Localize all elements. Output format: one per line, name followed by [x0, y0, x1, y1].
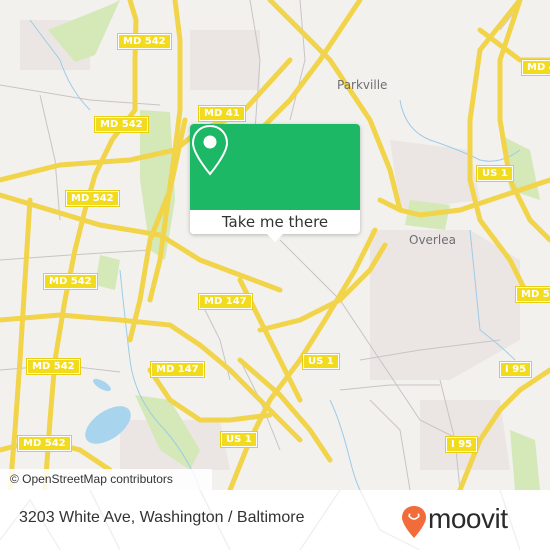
map-attribution[interactable]: © OpenStreetMap contributors [0, 469, 212, 490]
road-shield: US 1 [220, 431, 258, 448]
road-shield: MD 542 [17, 435, 72, 452]
moovit-wordmark: moovit [428, 503, 508, 534]
road-shield: MD 147 [150, 361, 205, 378]
place-label-overlea: Overlea [409, 233, 456, 247]
road-shield: US 1 [476, 165, 514, 182]
moovit-logo[interactable]: moovit [400, 503, 540, 539]
map-pin-icon [191, 124, 229, 176]
popup-pointer [266, 233, 284, 242]
road-shield: MD 542 [94, 116, 149, 133]
road-shield: MD 147 [198, 293, 253, 310]
road-shield: MD 542 [117, 33, 172, 50]
road-shield: MD 41 [198, 105, 246, 122]
take-me-there-popup[interactable]: Take me there [190, 124, 360, 242]
road-shield: MD 542 [26, 358, 81, 375]
road-shield: MD 58 [515, 286, 550, 303]
road-shield: I 95 [498, 361, 533, 378]
address-label: 3203 White Ave, Washington / Baltimore [19, 509, 305, 526]
road-shield: US 1 [302, 353, 340, 370]
road-shield: MD 542 [43, 273, 98, 290]
take-me-there-button[interactable]: Take me there [190, 210, 360, 234]
place-label-parkville: Parkville [337, 78, 388, 92]
road-shield: MD 4 [521, 59, 550, 76]
road-shield: I 95 [444, 436, 479, 453]
popup-header[interactable] [190, 124, 360, 210]
footer: 3203 White Ave, Washington / Baltimore m… [0, 490, 550, 550]
road-shield: MD 542 [65, 190, 120, 207]
map-base [0, 0, 550, 490]
moovit-pin-icon [402, 506, 426, 538]
map[interactable]: Parkville Overlea MD 542 MD 542 MD 41 MD… [0, 0, 550, 490]
